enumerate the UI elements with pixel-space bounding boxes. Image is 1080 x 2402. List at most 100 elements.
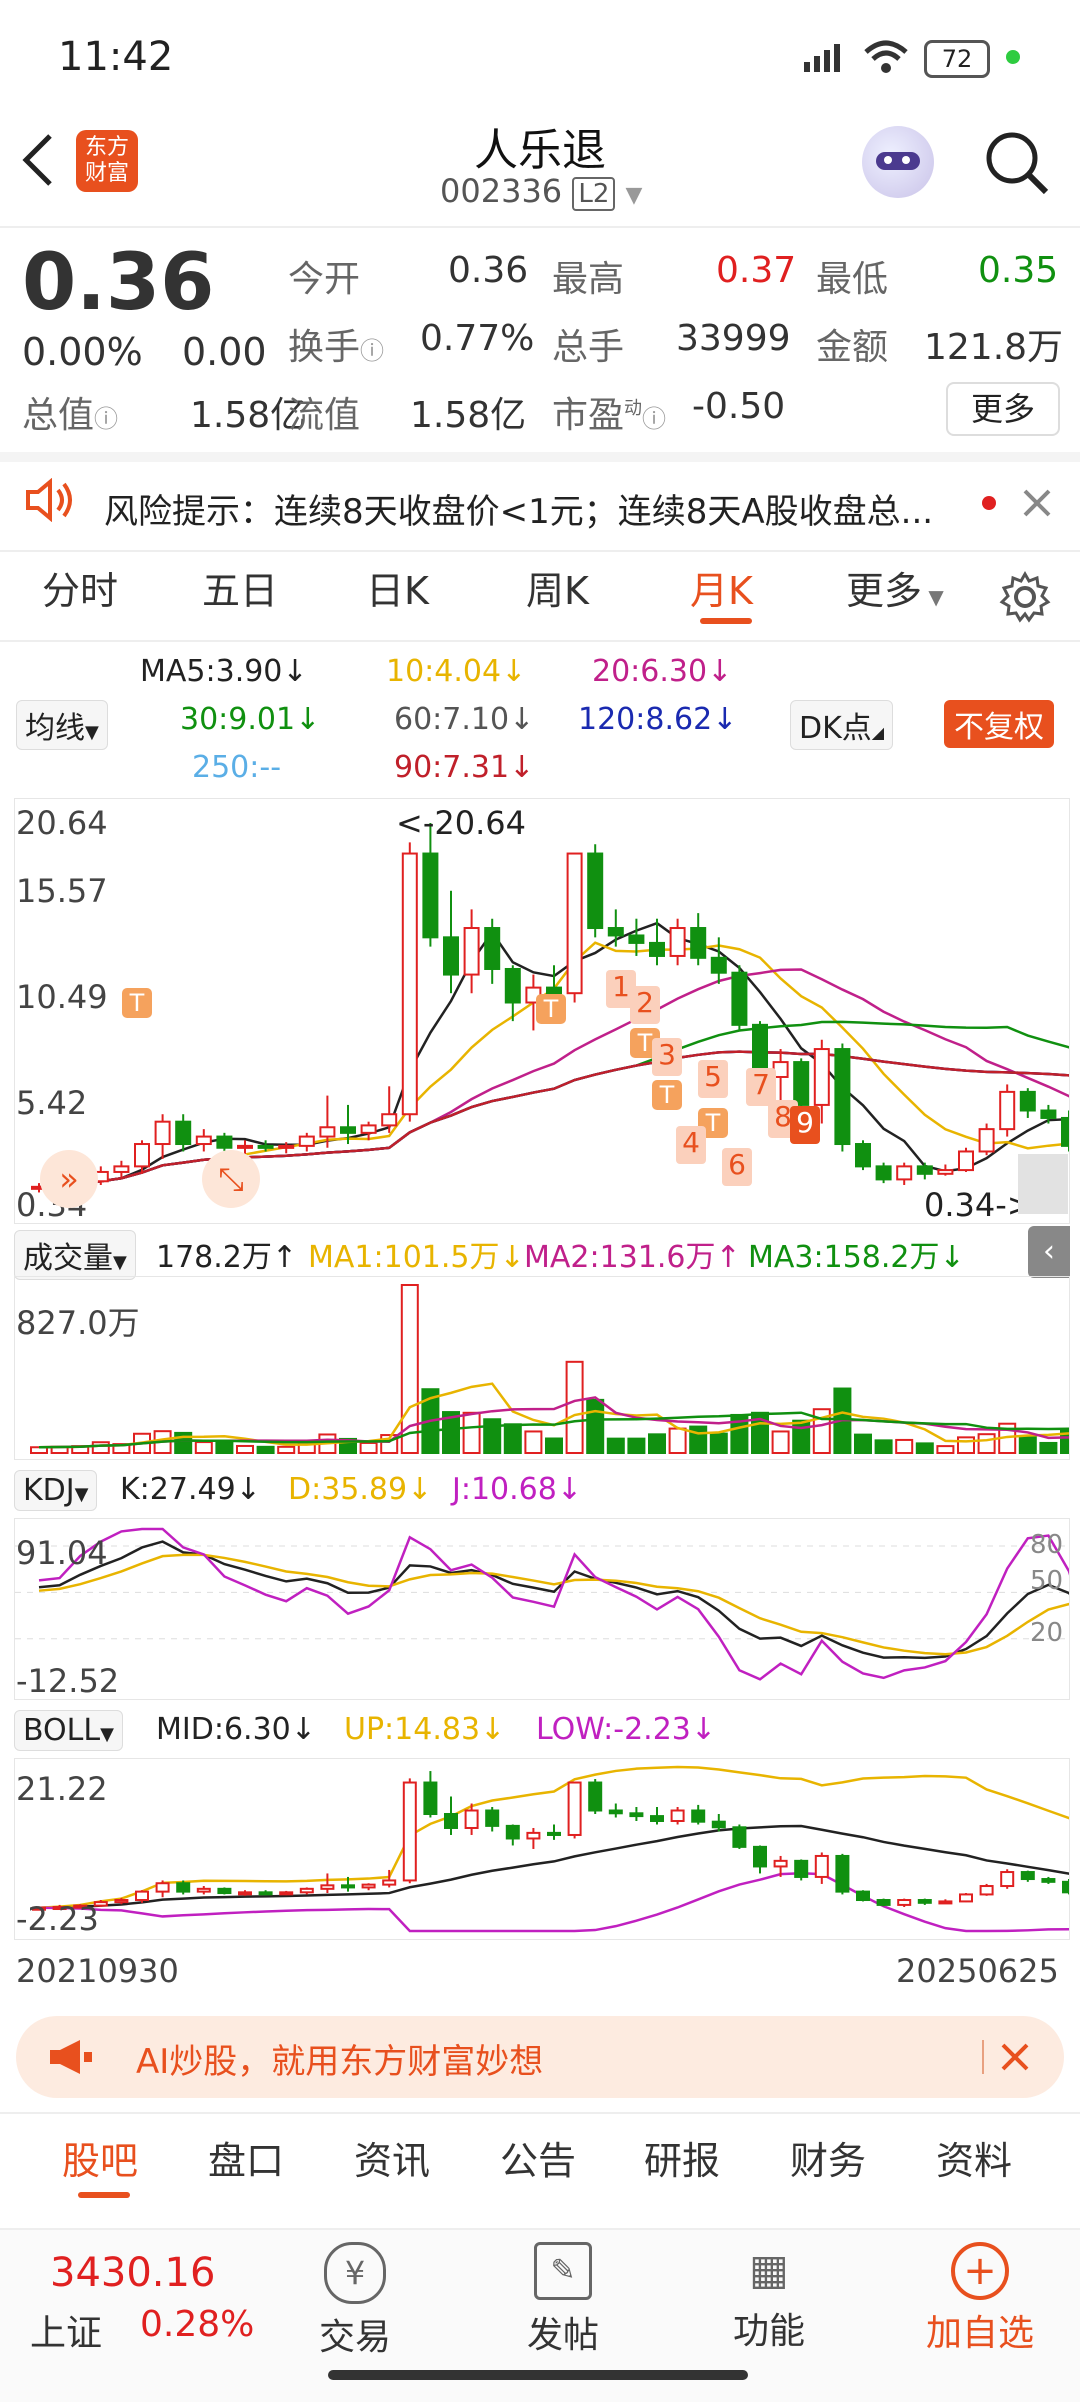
trade-icon: ¥: [324, 2242, 386, 2304]
tab-five-day[interactable]: 五日: [202, 560, 278, 615]
dk-point-selector[interactable]: DK点◢: [790, 700, 894, 750]
nav-func[interactable]: ▦ 功能: [714, 2242, 824, 2362]
tab-intraday[interactable]: 分时: [42, 560, 118, 615]
ad-banner[interactable]: AI炒股，就用东方财富妙想: [16, 2016, 1064, 2098]
expand-left-icon[interactable]: »: [40, 1150, 98, 1208]
boll-panel[interactable]: [14, 1758, 1070, 1940]
tab-guba[interactable]: 股吧: [62, 2130, 138, 2185]
boll-candle-body: [711, 1820, 726, 1829]
tab-daily[interactable]: 日K: [366, 560, 429, 615]
t-signal-badge: T: [652, 1080, 682, 1110]
candle-body: [484, 927, 501, 970]
low-value: 0.35: [978, 250, 1059, 291]
boll-candle-body: [1020, 1871, 1035, 1881]
y-axis-2: 15.57: [16, 872, 108, 910]
ma-selector[interactable]: 均线▼: [16, 700, 108, 750]
high-marker: <-20.64: [396, 804, 526, 842]
amount-value: 121.8万: [924, 327, 1064, 368]
close-icon[interactable]: [1022, 488, 1052, 518]
more-button[interactable]: 更多: [946, 382, 1060, 436]
volume-bar: [977, 1433, 996, 1454]
float-value: 1.58亿: [410, 395, 527, 436]
scroll-handle[interactable]: [1018, 1154, 1068, 1214]
tab-announcements[interactable]: 公告: [500, 2130, 576, 2185]
boll-candle-body: [588, 1781, 603, 1812]
candle-body: [298, 1135, 315, 1147]
nav-add-watchlist[interactable]: + 加自选: [910, 2242, 1050, 2362]
nav-post[interactable]: ✎ 发帖: [508, 2242, 618, 2362]
boll-candle-body: [299, 1887, 314, 1894]
risk-text[interactable]: 风险提示：连续8天收盘价<1元；连续8天A股收盘总...: [104, 484, 966, 533]
gear-icon[interactable]: [998, 570, 1052, 624]
volume-bar: [1018, 1435, 1037, 1455]
boll-candle-body: [341, 1884, 355, 1889]
divider: [0, 640, 1080, 642]
turnover-value: 0.77%: [420, 318, 535, 359]
boll-axis-max: 21.22: [16, 1770, 108, 1808]
candle-body: [587, 852, 604, 930]
candle-body: [937, 1169, 954, 1175]
volume-bar: [771, 1430, 790, 1454]
volume-bar: [874, 1439, 893, 1455]
boll-candle-body: [485, 1809, 500, 1827]
chevron-down-icon: ▼: [922, 585, 944, 609]
volume-bar: [915, 1442, 934, 1454]
candle-body: [1019, 1090, 1036, 1112]
volume-bar: [709, 1432, 728, 1455]
kdj-selector[interactable]: KDJ▼: [14, 1470, 98, 1511]
volume-bar: [236, 1444, 254, 1454]
tab-more[interactable]: 更多 ▼: [846, 560, 944, 615]
home-indicator[interactable]: [328, 2370, 748, 2380]
tab-monthly[interactable]: 月K: [690, 560, 753, 615]
boll-candle-body: [608, 1809, 623, 1815]
boll-candle-body: [732, 1826, 747, 1848]
candle-body: [401, 852, 418, 1116]
nav-trade[interactable]: ¥ 交易: [300, 2242, 410, 2362]
high-value: 0.37: [716, 250, 797, 291]
info-icon: ⓘ: [94, 405, 119, 433]
volume-label: 总手: [552, 327, 625, 368]
boll-selector[interactable]: BOLL▼: [14, 1710, 123, 1751]
date-end: 20250625: [896, 1952, 1059, 1990]
search-icon[interactable]: [982, 128, 1052, 198]
volume-bar: [648, 1433, 666, 1454]
candle-body: [278, 1144, 295, 1149]
candle-body: [319, 1126, 336, 1138]
volume-chart: [30, 1284, 1069, 1455]
divider: [0, 226, 1080, 228]
boll-candle-body: [979, 1885, 994, 1896]
kdj-panel[interactable]: [14, 1518, 1070, 1700]
date-start: 20210930: [16, 1952, 179, 1990]
tab-active-indicator: [700, 618, 752, 624]
stock-code[interactable]: 002336 L2 ▼: [440, 172, 642, 211]
boll-candle-body: [361, 1883, 376, 1889]
ma120-line: [38, 1050, 1069, 1189]
fq-button[interactable]: 不复权: [944, 700, 1054, 748]
candle-body: [1061, 1116, 1069, 1147]
volume-bar: [1039, 1441, 1058, 1454]
tab-pankou[interactable]: 盘口: [208, 2130, 284, 2185]
volume-panel[interactable]: [14, 1276, 1070, 1460]
tab-news[interactable]: 资讯: [354, 2130, 430, 2185]
close-icon[interactable]: [1000, 2042, 1030, 2072]
tab-finance[interactable]: 财务: [790, 2130, 866, 2185]
change-value: 0.00: [182, 330, 267, 374]
kdj-level-80: 80: [1030, 1530, 1064, 1560]
ma60-line: [38, 1050, 1069, 1189]
index-widget[interactable]: 3430.16 上证 0.28%: [30, 2250, 270, 2360]
candle-body: [422, 852, 439, 939]
collapse-panel-icon[interactable]: ‹: [1028, 1226, 1070, 1278]
tab-profile[interactable]: 资料: [936, 2130, 1012, 2185]
boll-candle-body: [938, 1900, 953, 1905]
info-icon: ⓘ: [360, 337, 385, 365]
status-dot: [1006, 50, 1020, 64]
robot-avatar-icon[interactable]: [862, 126, 934, 198]
fullscreen-icon[interactable]: ⤡: [202, 1150, 260, 1208]
low-label: 最低: [816, 259, 889, 300]
candle-body: [360, 1124, 377, 1134]
tab-weekly[interactable]: 周K: [526, 560, 589, 615]
count-badge-6: 6: [722, 1148, 752, 1186]
tab-research[interactable]: 研报: [644, 2130, 720, 2185]
volume-selector[interactable]: 成交量▼: [14, 1230, 136, 1280]
ad-divider: [982, 2040, 984, 2074]
